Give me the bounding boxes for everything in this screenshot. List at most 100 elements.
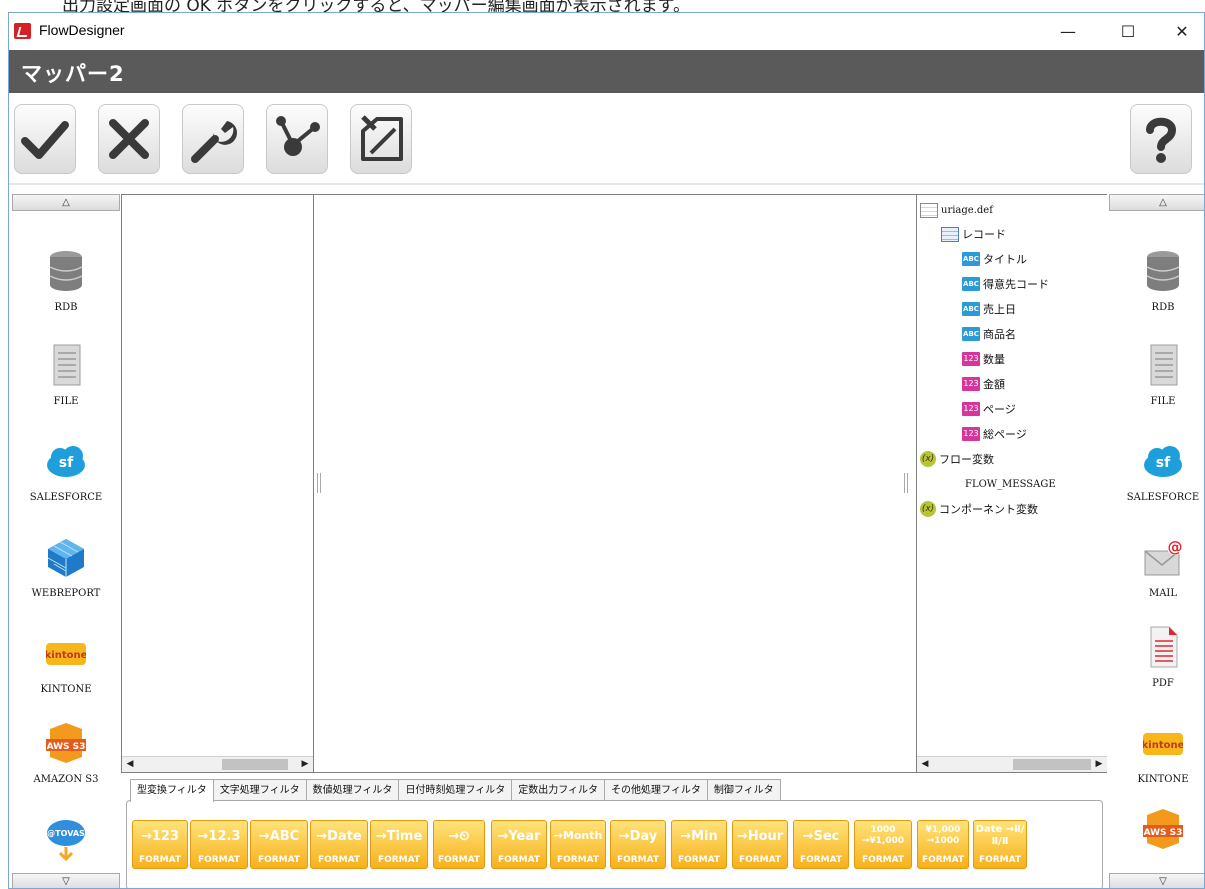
tree-field[interactable]: ABC 商品名: [962, 323, 1016, 345]
palette-item-label: SALESFORCE: [1126, 492, 1200, 503]
source-panel[interactable]: ◀ ▶: [121, 194, 314, 773]
filter-from-currency[interactable]: ¥1,000 →1000 FORMAT: [917, 820, 969, 869]
salesforce-icon: sf: [47, 446, 85, 477]
palette-item-mail[interactable]: @ MAIL: [1107, 535, 1204, 629]
kintone-icon: kintone: [1143, 733, 1183, 755]
string-type-icon: ABC: [962, 277, 980, 291]
mapping-canvas[interactable]: [313, 194, 917, 773]
tree-field[interactable]: ABC タイトル: [962, 248, 1027, 270]
scroll-thumb[interactable]: [1013, 759, 1091, 770]
left-splitter-grip[interactable]: [317, 473, 321, 493]
filter-to-string[interactable]: →ABC FORMAT: [250, 820, 308, 869]
ok-button[interactable]: [14, 104, 76, 174]
palette-item-pdf[interactable]: PDF: [1107, 625, 1204, 719]
check-icon: [21, 121, 69, 159]
palette-item-kintone[interactable]: kintone KINTONE: [10, 631, 122, 725]
palette-scroll-up-button[interactable]: △: [1109, 194, 1204, 211]
palette-item-label: KINTONE: [1137, 774, 1189, 785]
filter-to-second[interactable]: →Sec FORMAT: [793, 820, 849, 869]
palette-item-label: KINTONE: [40, 684, 92, 695]
destination-scrollbar[interactable]: ◀ ▶: [917, 756, 1107, 772]
tab-control[interactable]: 制御フィルタ: [706, 779, 781, 801]
palette-item-kintone[interactable]: kintone KINTONE: [1107, 721, 1204, 815]
tree-field[interactable]: ABC 売上日: [962, 298, 1016, 320]
filter-to-decimal[interactable]: →12.3 FORMAT: [190, 820, 248, 869]
database-icon: [1146, 251, 1180, 291]
tree-flow-message[interactable]: FLOW_MESSAGE: [962, 473, 1056, 495]
filter-to-year[interactable]: →Year FORMAT: [491, 820, 547, 869]
wrench-icon: [191, 121, 237, 163]
filter-to-minute[interactable]: →Min FORMAT: [671, 820, 727, 869]
file-def-icon: [920, 202, 938, 218]
tree-record[interactable]: レコード: [941, 223, 1006, 245]
tab-string[interactable]: 文字処理フィルタ: [212, 779, 307, 801]
palette-item-salesforce[interactable]: sf SALESFORCE: [1107, 439, 1204, 533]
palette-scroll-up-button[interactable]: △: [12, 194, 120, 211]
string-type-icon: ABC: [962, 252, 980, 266]
palette-item-salesforce[interactable]: sf SALESFORCE: [10, 439, 122, 533]
right-palette: △ RDB FILE sf SALESFORCE @ MAIL PDF kint…: [1107, 193, 1204, 888]
settings-button[interactable]: [182, 104, 244, 174]
filter-to-month[interactable]: →Month FORMAT: [550, 820, 606, 869]
close-button[interactable]: ✕: [1159, 13, 1204, 50]
tree-field[interactable]: ABC 得意先コード: [962, 273, 1049, 295]
scroll-right-icon[interactable]: ▶: [297, 757, 313, 772]
maximize-button[interactable]: ☐: [1105, 13, 1151, 50]
tree-root[interactable]: uriage.def: [920, 199, 993, 221]
mapper-header: マッパー2: [9, 50, 1204, 93]
filter-tabs: 型変換フィルタ 文字処理フィルタ 数値処理フィルタ 日付時刻処理フィルタ 定数出…: [130, 779, 781, 802]
filter-to-day[interactable]: →Day FORMAT: [610, 820, 666, 869]
palette-item-rdb[interactable]: RDB: [1107, 249, 1204, 343]
palette-item-rdb[interactable]: RDB: [10, 249, 122, 343]
cancel-button[interactable]: [98, 104, 160, 174]
tab-datetime[interactable]: 日付時刻処理フィルタ: [398, 779, 513, 801]
number-type-icon: 123: [962, 402, 980, 416]
branch-button[interactable]: [266, 104, 328, 174]
mail-icon: @: [1144, 538, 1183, 576]
tree-field[interactable]: 123 ページ: [962, 398, 1016, 420]
scroll-right-icon[interactable]: ▶: [1091, 757, 1107, 772]
branch-icon: [276, 116, 320, 156]
edit-button[interactable]: [350, 104, 412, 174]
palette-item-file[interactable]: FILE: [1107, 343, 1204, 437]
tab-other[interactable]: その他処理フィルタ: [604, 779, 708, 801]
palette-item-label: PDF: [1152, 678, 1174, 689]
title-bar: FlowDesigner — ☐ ✕: [9, 13, 1204, 50]
palette-item-amazon-s3[interactable]: AWS S3 AMAZON S3: [10, 721, 122, 815]
filter-to-currency[interactable]: 1000 →¥1,000 FORMAT: [854, 820, 912, 869]
tab-numeric[interactable]: 数値処理フィルタ: [305, 779, 400, 801]
scroll-left-icon[interactable]: ◀: [122, 757, 138, 772]
help-button[interactable]: [1130, 104, 1192, 174]
tab-type-conversion[interactable]: 型変換フィルタ: [130, 779, 214, 802]
record-icon: [941, 226, 959, 242]
tab-constant[interactable]: 定数出力フィルタ: [511, 779, 606, 801]
app-window: FlowDesigner — ☐ ✕ マッパー2 △ RDB FILE sf S…: [8, 12, 1205, 889]
palette-item-webreport[interactable]: WEBREPORT: [10, 535, 122, 629]
filter-to-datetime[interactable]: →⏲ FORMAT: [433, 820, 485, 869]
right-splitter-grip[interactable]: [904, 473, 908, 493]
tree-field[interactable]: 123 総ページ: [962, 423, 1027, 445]
filter-to-integer[interactable]: →123 FORMAT: [132, 820, 188, 869]
source-scrollbar[interactable]: ◀ ▶: [122, 756, 313, 772]
scroll-thumb[interactable]: [222, 759, 288, 770]
palette-item-label: WEBREPORT: [31, 588, 101, 599]
filter-to-time[interactable]: →Time FORMAT: [370, 820, 428, 869]
palette-item-file[interactable]: FILE: [10, 343, 122, 437]
minimize-button[interactable]: —: [1045, 13, 1091, 50]
tree-flow-variables[interactable]: (x) フロー変数: [920, 448, 994, 470]
filter-date-format[interactable]: Date →Ⅱ/Ⅱ/Ⅱ FORMAT: [973, 820, 1027, 869]
app-logo-icon: [14, 23, 31, 39]
tree-field[interactable]: 123 金額: [962, 373, 1005, 395]
filter-to-date[interactable]: →Date FORMAT: [310, 820, 368, 869]
scroll-left-icon[interactable]: ◀: [917, 757, 933, 772]
palette-item-label: SALESFORCE: [29, 492, 103, 503]
tree-component-variables[interactable]: (x) コンポーネント変数: [920, 498, 1038, 520]
palette-scroll-down-button[interactable]: ▽: [12, 873, 120, 888]
mapper-area: ◀ ▶ uriage.def レコード ABC タイトル ABC 得意先コード …: [121, 193, 1108, 888]
destination-panel[interactable]: uriage.def レコード ABC タイトル ABC 得意先コード ABC …: [916, 194, 1108, 773]
left-palette: △ RDB FILE sf SALESFORCE WEBREPORT kinto…: [10, 193, 122, 888]
tree-field[interactable]: 123 数量: [962, 348, 1005, 370]
filter-to-hour[interactable]: →Hour FORMAT: [732, 820, 788, 869]
filter-palette: →123 FORMAT →12.3 FORMAT →ABC FORMAT →Date F…: [126, 800, 1103, 888]
palette-scroll-down-button[interactable]: ▽: [1109, 873, 1204, 888]
